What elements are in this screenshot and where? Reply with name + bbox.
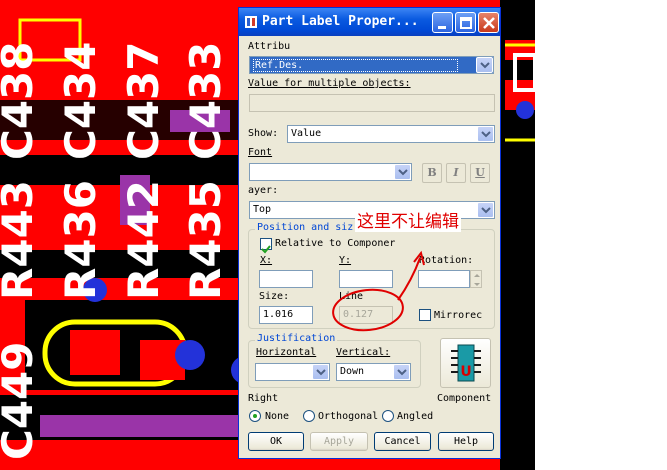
pcb-label-c449: C449: [0, 342, 42, 461]
relative-to-component-checkbox[interactable]: [260, 238, 272, 254]
component-preview-button[interactable]: U: [440, 338, 491, 388]
help-button[interactable]: Help: [438, 432, 494, 451]
horizontal-dropdown-button[interactable]: [312, 364, 329, 380]
pcb-label-c434: C434: [56, 42, 105, 161]
radio-angled-label: Angled: [397, 411, 434, 422]
dialog-title: Part Label Proper...: [262, 14, 419, 29]
minimize-button[interactable]: [432, 12, 453, 33]
radio-orthogonal[interactable]: [303, 410, 315, 422]
radio-angled[interactable]: [382, 410, 394, 422]
attribute-select-value: Ref.Des.: [253, 59, 458, 72]
close-button[interactable]: [478, 12, 499, 33]
multi-value-field: [249, 94, 495, 112]
radio-orthogonal-label: Orthogonal: [318, 411, 379, 422]
vertical-dropdown-button[interactable]: [393, 364, 410, 380]
position-group-title: Position and siz: [255, 222, 356, 233]
radio-none-label: None: [265, 411, 290, 422]
attribute-dropdown-button[interactable]: [476, 57, 493, 73]
layer-select-value: Top: [253, 204, 272, 215]
pcb-label-c433: C433: [181, 42, 230, 161]
properties-icon: [245, 16, 257, 28]
attribute-label: Attribu: [248, 41, 291, 52]
relative-to-component-label: Relative to Componer: [275, 238, 396, 249]
spinner-arrows-icon: [474, 274, 480, 286]
x-label: X:: [260, 255, 273, 266]
size-input[interactable]: 1.016: [259, 306, 313, 324]
minimize-icon: [438, 26, 446, 29]
pcb-label-r442: R442: [119, 180, 168, 300]
chevron-down-icon: [480, 62, 490, 69]
justification-group-title: Justification: [255, 333, 338, 344]
apply-button: Apply: [310, 432, 368, 451]
maximize-icon: [460, 17, 472, 29]
show-select[interactable]: Value: [287, 125, 495, 143]
show-label: Show:: [248, 128, 279, 139]
cancel-button[interactable]: Cancel: [374, 432, 431, 451]
part-label-properties-dialog: Part Label Proper... Attribu Ref.Des. Va…: [238, 7, 501, 459]
attribute-select[interactable]: Ref.Des.: [249, 56, 494, 74]
y-input[interactable]: [339, 270, 393, 288]
pcb-label-c437: C437: [119, 42, 168, 161]
radio-none[interactable]: [249, 410, 261, 422]
line-label: Line: [339, 291, 364, 302]
mirrored-checkbox[interactable]: [419, 309, 431, 321]
rotation-input[interactable]: [418, 270, 470, 288]
layer-dropdown-button[interactable]: [477, 202, 494, 218]
font-label: Font: [248, 147, 273, 158]
vertical-label: Vertical:: [336, 347, 391, 358]
chevron-down-icon: [481, 131, 491, 138]
component-chip-icon: U: [451, 344, 481, 382]
vertical-select-value: Down: [340, 366, 365, 377]
rotation-spinner[interactable]: [470, 270, 482, 288]
layer-label: ayer:: [248, 185, 279, 196]
chevron-down-icon: [398, 169, 408, 176]
annotation-note: 这里不让编辑: [355, 207, 461, 232]
x-input[interactable]: [259, 270, 313, 288]
pcb-label-r443: R443: [0, 180, 42, 300]
checkmark-icon: [261, 245, 271, 254]
right-reading-label: Right: [248, 393, 279, 404]
font-dropdown-button[interactable]: [394, 164, 411, 180]
size-label: Size:: [259, 291, 290, 302]
maximize-button[interactable]: [455, 12, 476, 33]
horizontal-label: Horizontal: [256, 347, 317, 358]
chevron-down-icon: [397, 369, 407, 376]
show-select-value: Value: [291, 128, 322, 139]
multi-value-label: Value for multiple objects:: [248, 78, 411, 89]
show-dropdown-button[interactable]: [477, 126, 494, 142]
line-width-input: 0.127: [339, 306, 393, 324]
font-select[interactable]: [249, 163, 412, 181]
svg-text:U: U: [460, 364, 471, 380]
ok-button[interactable]: OK: [248, 432, 304, 451]
y-label: Y:: [339, 255, 352, 266]
underline-button[interactable]: U: [470, 163, 490, 183]
chevron-down-icon: [481, 207, 491, 214]
component-label: Component: [437, 393, 492, 404]
italic-button[interactable]: I: [446, 163, 466, 183]
vertical-select[interactable]: Down: [336, 363, 411, 381]
close-icon: [483, 17, 495, 29]
dialog-titlebar[interactable]: Part Label Proper...: [239, 8, 500, 36]
horizontal-select[interactable]: [255, 363, 330, 381]
rotation-label: Rotation:: [419, 255, 474, 266]
chevron-down-icon: [316, 369, 326, 376]
bold-button[interactable]: B: [422, 163, 442, 183]
pcb-label-r435: R435: [181, 180, 230, 300]
pcb-label-r436: R436: [56, 180, 105, 300]
mirrored-label: Mirrorec: [434, 310, 483, 321]
pcb-label-c438: C438: [0, 42, 42, 161]
